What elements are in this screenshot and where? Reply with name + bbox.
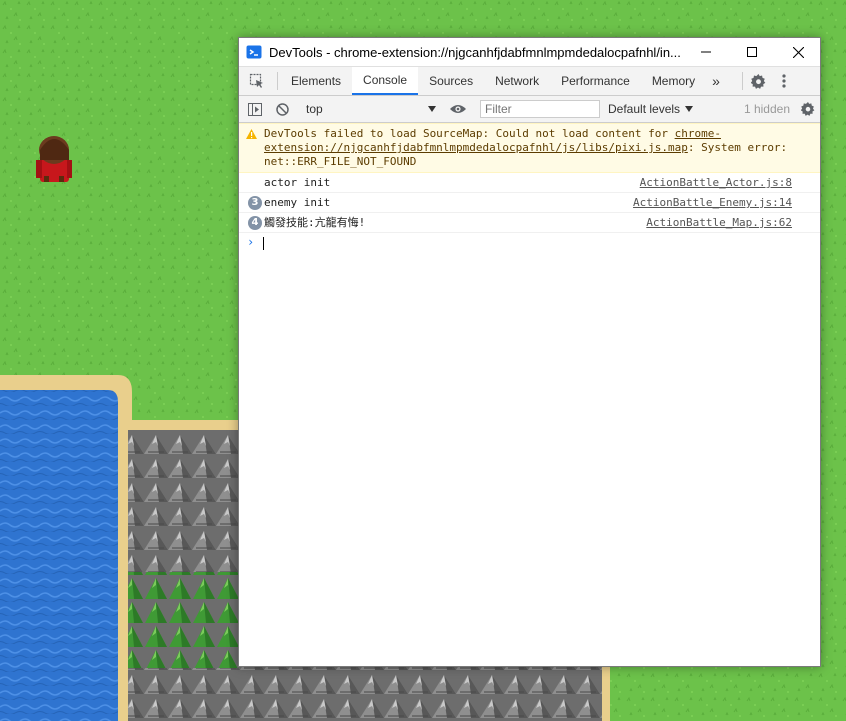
close-button[interactable] <box>775 38 820 66</box>
more-tabs-button[interactable]: » <box>706 67 726 95</box>
gear-icon <box>801 102 815 116</box>
tab-separator <box>277 72 278 90</box>
source-link[interactable]: ActionBattle_Enemy.js:14 <box>633 193 792 212</box>
live-expression-button[interactable] <box>445 104 471 114</box>
clear-console-button[interactable] <box>271 102 293 116</box>
tab-performance[interactable]: Performance <box>550 67 641 95</box>
kebab-menu-icon <box>782 74 786 88</box>
text-caret <box>263 237 264 250</box>
close-icon <box>792 46 804 58</box>
mountain-area-bottom <box>238 667 602 721</box>
tab-network[interactable]: Network <box>484 67 550 95</box>
dropdown-arrow-icon <box>685 106 694 112</box>
console-output[interactable]: DevTools failed to load SourceMap: Could… <box>239 123 820 253</box>
console-settings-button[interactable] <box>796 102 820 116</box>
window-title: DevTools - chrome-extension://njgcanhfjd… <box>269 44 681 60</box>
player-character-sprite[interactable] <box>36 136 72 182</box>
inspect-element-button[interactable] <box>239 67 275 95</box>
show-sidebar-button[interactable] <box>239 102 271 116</box>
maximize-button[interactable] <box>729 38 775 66</box>
tab-memory[interactable]: Memory <box>641 67 706 95</box>
tab-elements[interactable]: Elements <box>280 67 352 95</box>
warning-icon <box>246 129 257 139</box>
minimize-button[interactable] <box>683 38 729 66</box>
console-log-row: actor init ActionBattle_Actor.js:8 <box>239 173 820 193</box>
maximize-icon <box>747 47 757 57</box>
repeat-count-badge: 4 <box>248 216 262 230</box>
sidebar-toggle-icon <box>248 102 262 116</box>
clear-console-icon <box>275 102 289 116</box>
source-link[interactable]: ActionBattle_Map.js:62 <box>646 213 792 232</box>
execution-context-select[interactable]: top <box>298 102 436 116</box>
devtools-logo-icon <box>246 45 262 59</box>
hidden-messages-count: 1 hidden <box>743 102 790 116</box>
minimize-icon <box>701 51 711 53</box>
customize-menu-button[interactable] <box>773 67 795 95</box>
prompt-chevron-icon: › <box>247 235 255 249</box>
settings-button[interactable] <box>745 67 773 95</box>
tab-separator <box>741 72 743 90</box>
devtools-window: DevTools - chrome-extension://njgcanhfjd… <box>238 37 821 667</box>
forest-patch <box>128 572 238 668</box>
devtools-tab-bar: Elements Console Sources Network Perform… <box>239 66 820 96</box>
log-levels-dropdown[interactable]: Default levels <box>600 102 694 116</box>
source-link[interactable]: ActionBattle_Actor.js:8 <box>640 173 792 192</box>
console-prompt-input[interactable]: › <box>239 233 820 253</box>
inspect-cursor-icon <box>249 73 263 88</box>
eye-icon <box>450 105 466 113</box>
tab-console[interactable]: Console <box>352 67 419 95</box>
console-toolbar: top Default levels 1 hidden <box>239 96 820 123</box>
console-log-row: 4 觸發技能:亢龍有悔! ActionBattle_Map.js:62 <box>239 213 820 233</box>
water-lake <box>0 390 118 721</box>
gear-icon <box>751 73 766 89</box>
console-log-row: 3 enemy init ActionBattle_Enemy.js:14 <box>239 193 820 213</box>
filter-input[interactable] <box>480 100 600 118</box>
tab-sources[interactable]: Sources <box>418 67 484 95</box>
dropdown-arrow-icon <box>428 106 436 112</box>
devtools-titlebar[interactable]: DevTools - chrome-extension://njgcanhfjd… <box>239 38 820 66</box>
repeat-count-badge: 3 <box>248 196 262 210</box>
sourcemap-warning-message: DevTools failed to load SourceMap: Could… <box>239 123 820 173</box>
